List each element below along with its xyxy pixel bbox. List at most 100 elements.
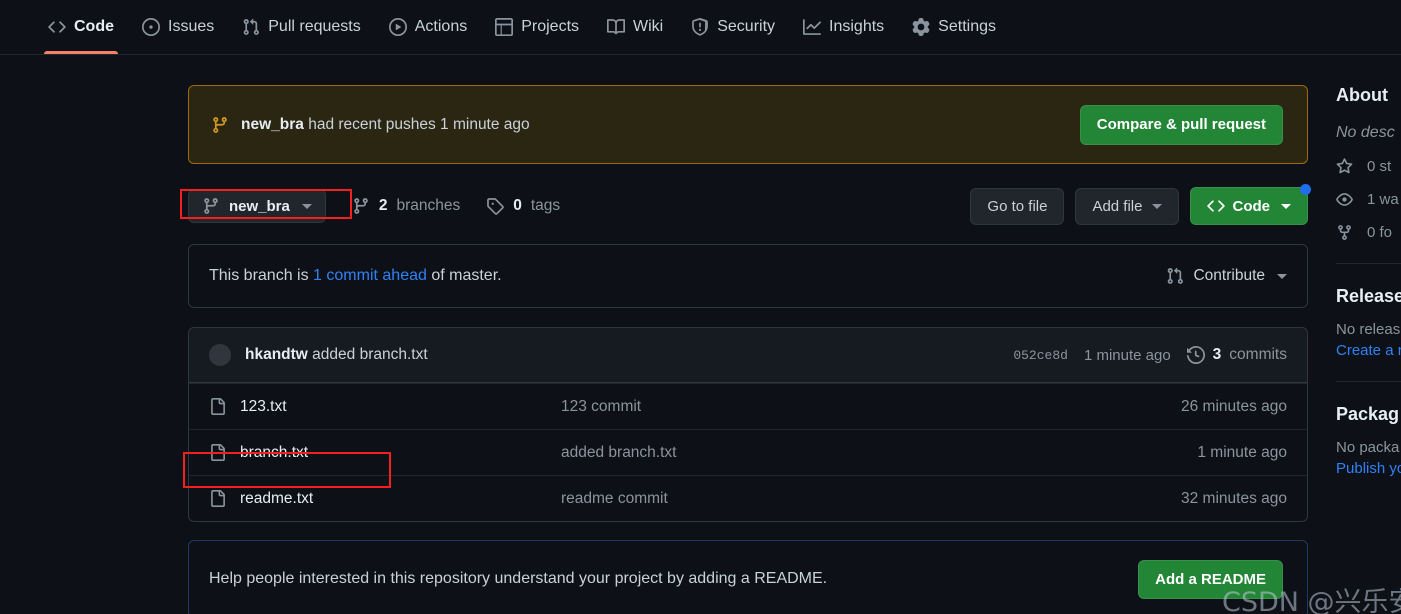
file-name[interactable]: 123.txt	[240, 398, 287, 416]
recent-push-banner: new_bra had recent pushes 1 minute ago C…	[188, 85, 1308, 164]
code-notification-dot	[1300, 184, 1311, 195]
commits-label: commits	[1229, 346, 1287, 363]
gear-icon	[912, 18, 930, 36]
git-branch-icon	[202, 197, 220, 215]
eye-icon	[1336, 191, 1353, 208]
file-icon	[209, 398, 226, 415]
git-pull-request-icon	[242, 18, 260, 36]
push-message-text: had recent pushes 1 minute ago	[303, 115, 530, 133]
latest-commit-header: hkandtw added branch.txt 052ce8d 1 minut…	[189, 328, 1307, 383]
play-icon	[388, 18, 407, 36]
go-to-file-button[interactable]: Go to file	[970, 187, 1065, 225]
nav-tab-label: Issues	[168, 18, 215, 35]
code-dropdown-button[interactable]: Code	[1189, 184, 1311, 225]
graph-icon	[803, 18, 822, 36]
nav-tab-label: Settings	[938, 18, 996, 35]
file-commit-message[interactable]: readme commit	[561, 490, 1181, 508]
add-file-button[interactable]: Add file	[1075, 187, 1179, 225]
git-pull-request-icon	[1166, 267, 1184, 285]
file-icon	[209, 490, 226, 507]
recent-push-text: new_bra had recent pushes 1 minute ago	[241, 116, 530, 134]
repo-nav: Code Issues Pull requests Actions Projec…	[0, 0, 1401, 55]
nav-tab-label: Insights	[829, 18, 885, 35]
avatar	[209, 344, 231, 366]
nav-tab-issues[interactable]: Issues	[130, 0, 226, 54]
repo-main-column: new_bra had recent pushes 1 minute ago C…	[188, 85, 1311, 614]
repo-sidebar: About No desc 0 st 1 wa 0 fo Release No …	[1336, 85, 1401, 477]
file-name[interactable]: branch.txt	[240, 444, 308, 462]
commits-count-link[interactable]: 3 commits	[1186, 346, 1287, 364]
go-to-file-label: Go to file	[987, 197, 1048, 215]
branch-selector-button[interactable]: new_bra	[188, 189, 326, 223]
latest-commit-meta: 052ce8d 1 minute ago 3 commits	[1013, 346, 1287, 364]
add-readme-text: Help people interested in this repositor…	[209, 570, 828, 587]
nav-tab-label: Security	[717, 18, 776, 35]
nav-tab-wiki[interactable]: Wiki	[595, 0, 675, 54]
nav-tab-settings[interactable]: Settings	[900, 0, 1008, 54]
watchers-text: 1 wa	[1367, 191, 1399, 208]
table-row[interactable]: branch.txt added branch.txt 1 minute ago	[189, 429, 1307, 475]
add-readme-callout: Help people interested in this repositor…	[188, 540, 1308, 614]
sidebar-divider	[1336, 381, 1401, 382]
nav-tab-actions[interactable]: Actions	[377, 0, 479, 54]
nav-tab-pull-requests[interactable]: Pull requests	[230, 0, 373, 54]
branch-toolbar-left: new_bra 2 branches 0 tags	[188, 189, 560, 223]
table-row[interactable]: readme.txt readme commit 32 minutes ago	[189, 475, 1307, 521]
contribute-label: Contribute	[1193, 267, 1265, 284]
commit-sha[interactable]: 052ce8d	[1013, 348, 1068, 363]
shield-icon	[691, 18, 709, 36]
code-button-label: Code	[1232, 197, 1271, 215]
watchers-stat[interactable]: 1 wa	[1336, 191, 1401, 208]
file-commit-message[interactable]: added branch.txt	[561, 444, 1197, 462]
nav-tab-projects[interactable]: Projects	[483, 0, 591, 54]
book-icon	[607, 18, 626, 36]
compare-pull-request-button[interactable]: Compare & pull request	[1079, 104, 1283, 145]
branch-selector-label: new_bra	[229, 197, 290, 215]
nav-tab-insights[interactable]: Insights	[791, 0, 896, 54]
recent-push-message-group: new_bra had recent pushes 1 minute ago	[211, 116, 530, 134]
create-release-link[interactable]: Create a r	[1336, 342, 1401, 359]
file-commit-message[interactable]: 123 commit	[561, 398, 1181, 416]
star-icon	[1336, 158, 1353, 175]
branch-toolbar: new_bra 2 branches 0 tags Go to file Add…	[188, 184, 1311, 226]
tags-count: 0	[513, 197, 522, 214]
chevron-down-icon	[1151, 203, 1162, 209]
stars-stat[interactable]: 0 st	[1336, 158, 1401, 175]
github-repo-page: Code Issues Pull requests Actions Projec…	[0, 0, 1401, 614]
commits-ahead-link[interactable]: 1 commit ahead	[313, 267, 427, 284]
branch-status-text: This branch is 1 commit ahead of master.	[209, 267, 502, 285]
packages-heading: Packag	[1336, 404, 1400, 424]
chevron-down-icon	[1281, 203, 1291, 209]
branches-count-link[interactable]: 2 branches	[352, 197, 460, 215]
releases-heading: Release	[1336, 286, 1401, 306]
contribute-dropdown[interactable]: Contribute	[1166, 267, 1287, 285]
commits-count: 3	[1212, 346, 1222, 363]
file-table-panel: hkandtw added branch.txt 052ce8d 1 minut…	[188, 327, 1308, 522]
table-row[interactable]: 123.txt 123 commit 26 minutes ago	[189, 383, 1307, 429]
table-icon	[495, 18, 514, 36]
commit-message[interactable]: added branch.txt	[308, 346, 427, 363]
publish-package-link[interactable]: Publish yo	[1336, 460, 1401, 477]
releases-empty-text: No releas	[1336, 321, 1401, 338]
commit-timestamp: 1 minute ago	[1083, 346, 1171, 364]
branch-status-suffix: of master.	[426, 267, 502, 284]
git-branch-icon	[352, 197, 370, 215]
nav-tab-label: Code	[74, 18, 114, 35]
chevron-down-icon	[301, 203, 312, 209]
history-icon	[1186, 346, 1205, 364]
file-name-cell: branch.txt	[209, 444, 561, 462]
chevron-down-icon	[1277, 273, 1287, 279]
commit-author-name[interactable]: hkandtw	[245, 346, 308, 363]
file-timestamp: 26 minutes ago	[1181, 397, 1287, 415]
tags-count-link[interactable]: 0 tags	[486, 197, 560, 215]
forks-stat[interactable]: 0 fo	[1336, 224, 1401, 241]
tag-icon	[486, 197, 504, 215]
file-name[interactable]: readme.txt	[240, 490, 313, 508]
branch-status-panel: This branch is 1 commit ahead of master.…	[188, 244, 1308, 308]
add-readme-button[interactable]: Add a README	[1138, 559, 1283, 599]
add-file-label: Add file	[1092, 197, 1143, 215]
nav-tab-security[interactable]: Security	[679, 0, 787, 54]
branch-status-prefix: This branch is	[209, 267, 314, 284]
packages-empty-text: No packa	[1336, 439, 1400, 456]
nav-tab-code[interactable]: Code	[36, 0, 126, 54]
